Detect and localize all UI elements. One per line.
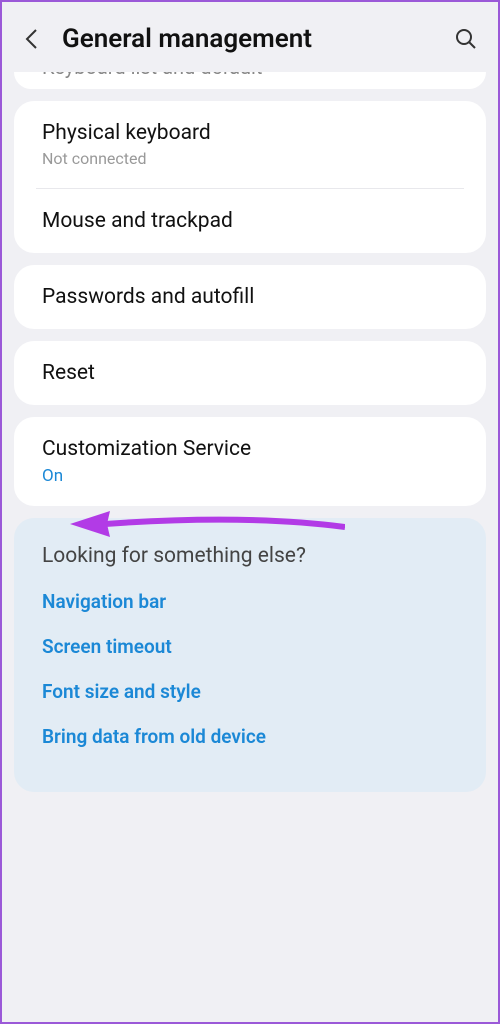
suggestion-screen-timeout[interactable]: Screen timeout bbox=[42, 635, 458, 658]
card-passwords: Passwords and autofill bbox=[14, 265, 486, 329]
physical-keyboard-status: Not connected bbox=[42, 149, 458, 168]
suggestions-title: Looking for something else? bbox=[42, 544, 458, 568]
suggestion-bring-data[interactable]: Bring data from old device bbox=[42, 725, 458, 748]
customization-status: On bbox=[42, 466, 458, 486]
list-item-reset[interactable]: Reset bbox=[14, 341, 486, 405]
list-item-mouse-trackpad[interactable]: Mouse and trackpad bbox=[14, 189, 486, 253]
list-item-customization-service[interactable]: Customization Service On bbox=[14, 417, 486, 506]
physical-keyboard-label: Physical keyboard bbox=[42, 121, 458, 145]
suggestion-navigation-bar[interactable]: Navigation bar bbox=[42, 590, 458, 613]
search-icon[interactable] bbox=[454, 27, 478, 51]
suggestion-font-size-style[interactable]: Font size and style bbox=[42, 680, 458, 703]
card-input-devices: Physical keyboard Not connected Mouse an… bbox=[14, 101, 486, 253]
customization-label: Customization Service bbox=[42, 437, 458, 461]
list-item-physical-keyboard[interactable]: Physical keyboard Not connected bbox=[14, 101, 486, 188]
page-title: General management bbox=[62, 24, 434, 54]
keyboard-list-label: Keyboard list and default bbox=[42, 72, 262, 79]
header: General management bbox=[6, 6, 494, 72]
card-customization: Customization Service On bbox=[14, 417, 486, 506]
passwords-autofill-label: Passwords and autofill bbox=[42, 285, 458, 309]
card-keyboard-clipped: Keyboard list and default bbox=[14, 72, 486, 89]
mouse-trackpad-label: Mouse and trackpad bbox=[42, 209, 458, 233]
list-item-passwords-autofill[interactable]: Passwords and autofill bbox=[14, 265, 486, 329]
card-reset: Reset bbox=[14, 341, 486, 405]
back-icon[interactable] bbox=[22, 29, 42, 49]
suggestions-card: Looking for something else? Navigation b… bbox=[14, 518, 486, 792]
reset-label: Reset bbox=[42, 361, 458, 385]
list-item-keyboard-default[interactable]: Keyboard list and default bbox=[14, 72, 486, 89]
